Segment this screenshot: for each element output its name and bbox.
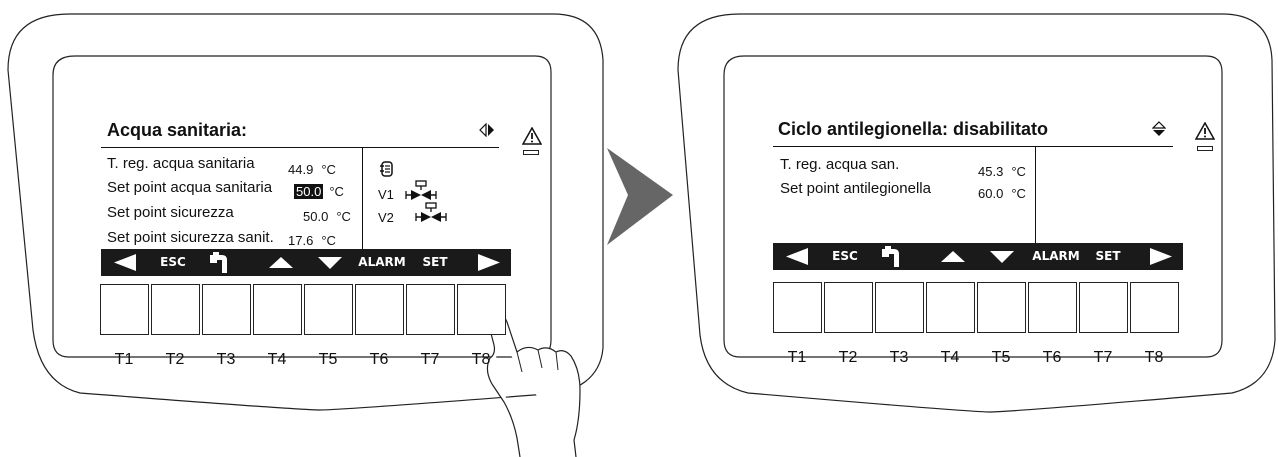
row-value: 44.9 °C	[286, 162, 336, 177]
softkey-bar: ESC ALARM SET	[101, 249, 511, 276]
softkey-alarm-label[interactable]: ALARM	[1032, 249, 1079, 263]
key-t8[interactable]	[457, 284, 506, 335]
value-unit: °C	[336, 209, 351, 224]
left-display-title: Acqua sanitaria:	[107, 120, 248, 140]
key-t6[interactable]	[355, 284, 404, 335]
left-key-labels: T1 T2 T3 T4 T5 T6 T7 T8	[100, 351, 510, 371]
key-t8[interactable]	[1130, 282, 1179, 333]
key-t1[interactable]	[773, 282, 822, 333]
row-label: T. reg. acqua sanitaria	[107, 155, 255, 172]
key-label: T2	[838, 349, 858, 366]
key-t2[interactable]	[151, 284, 200, 335]
value-number: 45.3	[978, 164, 1004, 179]
key-t1[interactable]	[100, 284, 149, 335]
key-label: T1	[787, 349, 807, 366]
left-display: Acqua sanitaria: T. reg. acqua sanitaria…	[101, 118, 511, 278]
left-title-rule	[101, 147, 499, 148]
key-t3[interactable]	[202, 284, 251, 335]
value-unit: °C	[1011, 164, 1026, 179]
row-label: T. reg. acqua san.	[780, 156, 900, 173]
value-number-selected[interactable]: 50.0	[294, 184, 324, 199]
row-label: Set point acqua sanitaria	[107, 179, 273, 196]
key-label: T4	[940, 349, 960, 366]
tap-water-icon[interactable]	[878, 243, 904, 270]
arrow-up-icon[interactable]	[938, 243, 968, 270]
arrow-down-icon[interactable]	[987, 243, 1017, 270]
row-value[interactable]: 50.0 °C	[294, 184, 344, 199]
key-label: T8	[471, 351, 491, 368]
key-label: T4	[267, 351, 287, 368]
value-number: 60.0	[978, 186, 1004, 201]
key-t3[interactable]	[875, 282, 924, 333]
arrow-up-icon[interactable]	[266, 249, 296, 276]
value-unit: °C	[321, 233, 336, 248]
right-keypad	[773, 282, 1179, 333]
value-unit: °C	[1011, 186, 1026, 201]
value-number: 17.6	[288, 233, 314, 248]
row-value: 17.6 °C	[286, 233, 336, 248]
key-label: T7	[420, 351, 440, 368]
key-label: T8	[1144, 349, 1164, 366]
key-label: T6	[1042, 349, 1062, 366]
key-t6[interactable]	[1028, 282, 1077, 333]
softkey-esc-label[interactable]: ESC	[832, 249, 858, 263]
valve-v1-label: V1	[378, 187, 394, 202]
right-key-labels: T1 T2 T3 T4 T5 T6 T7 T8	[773, 349, 1183, 369]
key-label: T3	[216, 351, 236, 368]
right-divider	[1035, 146, 1036, 244]
softkey-set-label[interactable]: SET	[422, 255, 447, 269]
arrow-right-icon[interactable]	[475, 249, 503, 276]
warning-icon	[522, 127, 542, 145]
key-label: T2	[165, 351, 185, 368]
status-led	[523, 150, 539, 155]
key-t7[interactable]	[1079, 282, 1128, 333]
left-keypad	[100, 284, 506, 335]
row-label: Set point sicurezza sanit.	[107, 229, 274, 246]
key-t5[interactable]	[977, 282, 1026, 333]
row-label: Set point sicurezza	[107, 204, 234, 221]
key-label: T1	[114, 351, 134, 368]
right-title-rule	[773, 146, 1173, 147]
key-t2[interactable]	[824, 282, 873, 333]
key-t5[interactable]	[304, 284, 353, 335]
key-label: T5	[318, 351, 338, 368]
softkey-alarm-label[interactable]: ALARM	[358, 255, 405, 269]
transition-arrow-icon	[607, 148, 673, 245]
boiler-tank-icon	[380, 161, 393, 177]
key-label: T5	[991, 349, 1011, 366]
key-label: T7	[1093, 349, 1113, 366]
softkey-set-label[interactable]: SET	[1095, 249, 1120, 263]
valve-icon	[415, 202, 447, 222]
status-led	[1197, 146, 1213, 151]
arrow-down-icon[interactable]	[315, 249, 345, 276]
key-t7[interactable]	[406, 284, 455, 335]
arrow-right-icon[interactable]	[1147, 243, 1175, 270]
value-unit: °C	[321, 162, 336, 177]
key-label: T3	[889, 349, 909, 366]
key-label: T6	[369, 351, 389, 368]
row-label: Set point antilegionella	[780, 180, 931, 197]
row-value: 60.0 °C	[976, 186, 1026, 201]
arrow-left-icon[interactable]	[111, 249, 139, 276]
key-t4[interactable]	[926, 282, 975, 333]
row-value: 45.3 °C	[976, 164, 1026, 179]
value-number: 50.0	[303, 209, 329, 224]
left-divider	[362, 147, 363, 249]
key-t4[interactable]	[253, 284, 302, 335]
row-value: 50.0 °C	[301, 209, 351, 224]
right-display-title: Ciclo antilegionella: disabilitato	[778, 119, 1049, 139]
softkey-esc-label[interactable]: ESC	[160, 255, 186, 269]
valve-icon	[405, 180, 437, 200]
right-display: Ciclo antilegionella: disabilitato T. re…	[773, 116, 1183, 276]
warning-icon	[1195, 122, 1215, 140]
arrow-left-icon[interactable]	[783, 243, 811, 270]
tap-water-icon[interactable]	[206, 249, 232, 276]
valve-v2-label: V2	[378, 210, 394, 225]
left-right-arrows-icon	[479, 123, 494, 137]
value-unit: °C	[329, 184, 344, 199]
up-down-arrows-icon	[1152, 121, 1166, 136]
value-number: 44.9	[288, 162, 314, 177]
softkey-bar: ESC ALARM SET	[773, 243, 1183, 270]
